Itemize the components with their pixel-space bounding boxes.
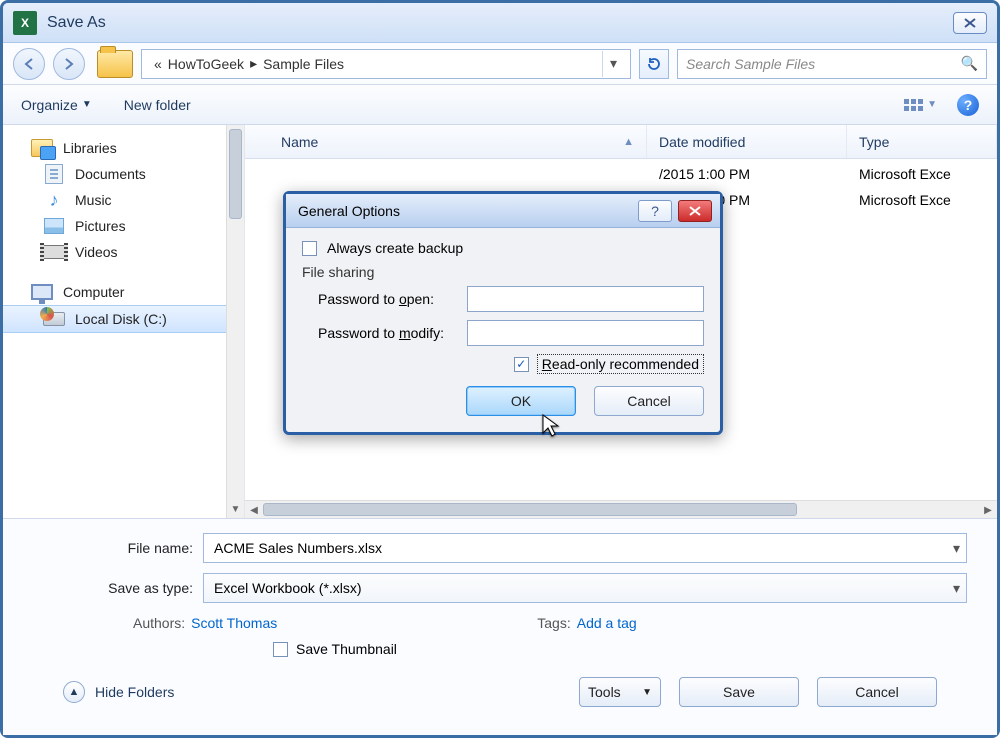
- dialog-titlebar: General Options ?: [286, 194, 720, 228]
- password-modify-input[interactable]: [467, 320, 704, 346]
- save-as-window: X Save As « HowToGeek ▸ Sample Files ▾ S…: [0, 0, 1000, 738]
- scroll-left-icon[interactable]: ◀: [245, 501, 263, 518]
- folder-icon[interactable]: [97, 50, 133, 78]
- chevron-down-icon[interactable]: ▾: [953, 580, 960, 597]
- change-view-button[interactable]: ▼: [904, 99, 937, 111]
- password-open-input[interactable]: [467, 286, 704, 312]
- search-placeholder: Search Sample Files: [686, 56, 815, 72]
- column-headers: Name ▲ Date modified Type: [245, 125, 997, 159]
- refresh-icon: [646, 56, 662, 72]
- scroll-thumb[interactable]: [263, 503, 797, 516]
- always-backup-checkbox[interactable]: [302, 241, 317, 256]
- new-folder-button[interactable]: New folder: [124, 97, 191, 113]
- cursor-icon: [542, 414, 560, 438]
- window-title: Save As: [47, 14, 106, 32]
- sidebar-item-computer[interactable]: Computer: [3, 279, 244, 305]
- close-icon: [963, 18, 977, 28]
- breadcrumb-part[interactable]: Sample Files: [263, 56, 344, 72]
- back-button[interactable]: [13, 48, 45, 80]
- tools-menu[interactable]: Tools▼: [579, 677, 661, 707]
- nav-scrollbar[interactable]: ▲ ▼: [226, 125, 244, 518]
- save-button[interactable]: Save: [679, 677, 799, 707]
- help-button[interactable]: ?: [957, 94, 979, 116]
- content-hscrollbar[interactable]: ◀ ▶: [245, 500, 997, 518]
- ok-button[interactable]: OK: [466, 386, 576, 416]
- general-options-dialog: General Options ? Always create backup F…: [283, 191, 723, 435]
- always-backup-label[interactable]: Always create backup: [327, 240, 463, 256]
- save-thumbnail-checkbox[interactable]: [273, 642, 288, 657]
- scroll-right-icon[interactable]: ▶: [979, 501, 997, 518]
- pictures-icon: [44, 218, 64, 234]
- file-sharing-label: File sharing: [302, 264, 704, 280]
- explorer-toolbar: Organize▼ New folder ▼ ?: [3, 85, 997, 125]
- sidebar-item-videos[interactable]: Videos: [3, 239, 244, 265]
- address-dropdown[interactable]: ▾: [602, 51, 624, 77]
- authors-link[interactable]: Scott Thomas: [191, 615, 277, 631]
- navigation-pane: Libraries Documents ♪ Music Pictures Vid…: [3, 125, 245, 518]
- sort-asc-icon: ▲: [623, 136, 634, 148]
- save-type-label: Save as type:: [33, 580, 203, 596]
- file-name-label: File name:: [33, 540, 203, 556]
- view-grid-icon: [904, 99, 923, 111]
- cancel-button-dialog[interactable]: Cancel: [594, 386, 704, 416]
- excel-icon: X: [13, 11, 37, 35]
- address-bar[interactable]: « HowToGeek ▸ Sample Files ▾: [141, 49, 631, 79]
- libraries-icon: [31, 139, 53, 157]
- save-type-select[interactable]: Excel Workbook (*.xlsx) ▾: [203, 573, 967, 603]
- refresh-button[interactable]: [639, 49, 669, 79]
- disk-icon: [43, 312, 65, 326]
- close-icon: [688, 206, 702, 216]
- dialog-close-button[interactable]: [678, 200, 712, 222]
- search-icon: 🔍: [961, 55, 978, 72]
- address-bar-row: « HowToGeek ▸ Sample Files ▾ Search Samp…: [3, 43, 997, 85]
- column-header-name[interactable]: Name ▲: [269, 125, 647, 158]
- sidebar-item-libraries[interactable]: Libraries: [3, 135, 244, 161]
- chevron-up-icon: ▲: [63, 681, 85, 703]
- save-thumbnail-label[interactable]: Save Thumbnail: [296, 641, 397, 657]
- window-close-button[interactable]: [953, 12, 987, 34]
- documents-icon: [45, 164, 63, 184]
- cancel-button[interactable]: Cancel: [817, 677, 937, 707]
- column-header-date[interactable]: Date modified: [647, 125, 847, 158]
- readonly-checkbox[interactable]: ✓: [514, 357, 529, 372]
- music-icon: ♪: [43, 191, 65, 209]
- sidebar-item-music[interactable]: ♪ Music: [3, 187, 244, 213]
- table-row[interactable]: /2015 1:00 PM Microsoft Exce: [245, 161, 997, 187]
- authors-label: Authors:: [133, 615, 185, 631]
- password-open-label: Password to open:: [302, 291, 457, 307]
- readonly-label[interactable]: Read-only recommended: [537, 354, 704, 374]
- search-input[interactable]: Search Sample Files 🔍: [677, 49, 987, 79]
- chevron-down-icon[interactable]: ▾: [953, 540, 960, 557]
- tags-link[interactable]: Add a tag: [577, 615, 637, 631]
- window-titlebar: X Save As: [3, 3, 997, 43]
- sidebar-item-local-disk[interactable]: Local Disk (C:): [3, 305, 244, 333]
- forward-button[interactable]: [53, 48, 85, 80]
- arrow-right-icon: [62, 57, 76, 71]
- organize-menu[interactable]: Organize▼: [21, 97, 92, 113]
- dialog-help-button[interactable]: ?: [638, 200, 672, 222]
- scroll-thumb[interactable]: [229, 129, 242, 219]
- sidebar-item-pictures[interactable]: Pictures: [3, 213, 244, 239]
- videos-icon: [43, 245, 65, 259]
- sidebar-item-documents[interactable]: Documents: [3, 161, 244, 187]
- dialog-title: General Options: [298, 203, 400, 219]
- password-modify-label: Password to modify:: [302, 325, 457, 341]
- file-name-input[interactable]: ACME Sales Numbers.xlsx ▾: [203, 533, 967, 563]
- computer-icon: [31, 284, 53, 300]
- save-form: File name: ACME Sales Numbers.xlsx ▾ Sav…: [3, 518, 997, 735]
- column-header-type[interactable]: Type: [847, 125, 997, 158]
- scroll-down-icon[interactable]: ▼: [227, 500, 244, 518]
- hide-folders-button[interactable]: ▲ Hide Folders: [63, 681, 174, 703]
- breadcrumb-part[interactable]: HowToGeek: [168, 56, 244, 72]
- tags-label: Tags:: [537, 615, 570, 631]
- arrow-left-icon: [22, 57, 36, 71]
